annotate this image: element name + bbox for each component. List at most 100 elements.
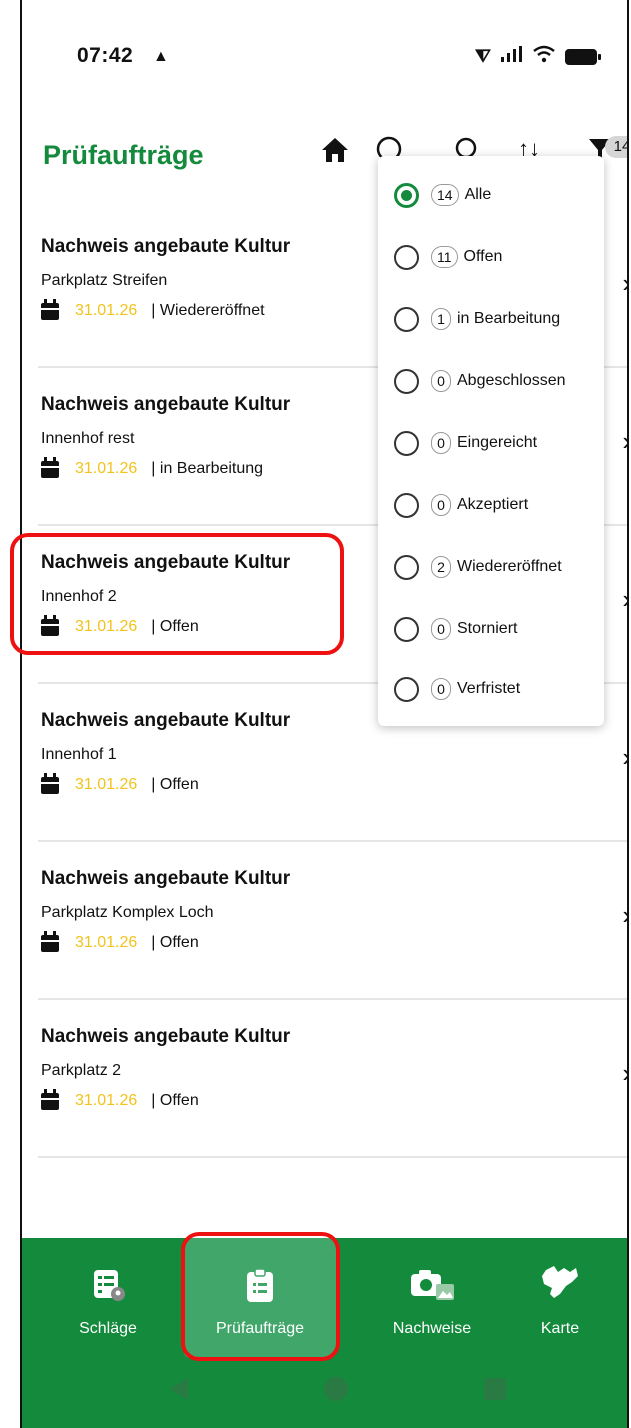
- item-subtitle: Innenhof rest: [41, 430, 135, 447]
- option-label: Akzeptiert: [457, 496, 529, 513]
- radio-button[interactable]: [394, 554, 419, 580]
- radio-button[interactable]: [394, 616, 419, 642]
- nav-item-karte[interactable]: Karte: [500, 1238, 620, 1358]
- item-status: | Wiedereröffnet: [151, 302, 265, 319]
- filter-option-alle[interactable]: 14 Alle: [394, 180, 491, 210]
- option-count: 0: [431, 432, 451, 454]
- status-time: 07:42: [77, 44, 134, 67]
- filter-option-offen[interactable]: 11 Offen: [394, 242, 502, 272]
- item-subtitle: Parkplatz Streifen: [41, 272, 168, 289]
- option-label: Storniert: [457, 620, 518, 637]
- radio-selected[interactable]: [394, 182, 419, 208]
- home-circle-icon[interactable]: [324, 1377, 348, 1401]
- radio-button[interactable]: [394, 430, 419, 456]
- option-count: 0: [431, 370, 451, 392]
- radio-button[interactable]: [394, 306, 419, 332]
- camera-gallery-icon: [410, 1268, 454, 1304]
- wifi-icon: [533, 45, 555, 68]
- calendar-icon: [41, 930, 59, 952]
- nav-label: Nachweise: [392, 1320, 472, 1337]
- filter-count-badge: 14: [605, 136, 627, 158]
- notification-icon: ▲: [153, 48, 169, 65]
- status-icons: ⧨: [474, 45, 601, 68]
- page-title: Prüfaufträge: [43, 140, 204, 170]
- filter-option-verfristet[interactable]: 0 Verfristet: [394, 674, 520, 704]
- item-subtitle: Parkplatz Komplex Loch: [41, 904, 214, 921]
- list-item[interactable]: Nachweis angebaute Kultur Parkplatz Komp…: [38, 842, 627, 1000]
- item-date-row: 31.01.26 | Wiedereröffnet: [41, 298, 265, 320]
- option-label: Eingereicht: [457, 434, 538, 451]
- option-count: 1: [431, 308, 451, 330]
- filter-option-eingereicht[interactable]: 0 Eingereicht: [394, 428, 537, 458]
- mute-icon: ⧨: [474, 46, 491, 66]
- option-count: 11: [431, 246, 458, 268]
- chevron-right-icon[interactable]: ›: [622, 742, 627, 773]
- home-icon[interactable]: [320, 136, 350, 171]
- item-date-row: 31.01.26 | Offen: [41, 1088, 199, 1110]
- option-label: in Bearbeitung: [457, 310, 561, 327]
- item-status: | Offen: [151, 1092, 199, 1109]
- item-status: | in Bearbeitung: [151, 460, 264, 477]
- item-date-row: 31.01.26 | Offen: [41, 772, 199, 794]
- item-title: Nachweis angebaute Kultur: [41, 868, 291, 889]
- option-count: 0: [431, 494, 451, 516]
- nav-item-nachweise[interactable]: Nachweise: [356, 1238, 508, 1358]
- status-filter-menu: 14 Alle 11 Offen 1 in Bearbeitung 0 Abge…: [378, 156, 604, 726]
- signal-icon: [501, 46, 523, 67]
- filter-option-wiedereroeffnet[interactable]: 2 Wiedereröffnet: [394, 552, 562, 582]
- recent-apps-icon[interactable]: [484, 1378, 506, 1400]
- list-item[interactable]: Nachweis angebaute Kultur Parkplatz 2 31…: [38, 1000, 627, 1158]
- option-count: 2: [431, 556, 451, 578]
- battery-icon: [565, 48, 601, 65]
- item-title: Nachweis angebaute Kultur: [41, 236, 291, 257]
- option-label: Wiedereröffnet: [457, 558, 562, 575]
- option-count: 0: [431, 618, 451, 640]
- item-date: 31.01.26: [75, 1092, 138, 1109]
- filter-option-akzeptiert[interactable]: 0 Akzeptiert: [394, 490, 528, 520]
- option-count: 14: [431, 184, 459, 206]
- item-date: 31.01.26: [75, 776, 138, 793]
- back-icon[interactable]: [170, 1378, 188, 1400]
- list-location-icon: [92, 1268, 125, 1304]
- item-subtitle: Parkplatz 2: [41, 1062, 122, 1079]
- calendar-icon: [41, 1088, 59, 1110]
- radio-button[interactable]: [394, 492, 419, 518]
- nav-item-schlaege[interactable]: Schläge: [32, 1238, 184, 1358]
- item-date: 31.01.26: [75, 934, 138, 951]
- item-subtitle: Innenhof 1: [41, 746, 117, 763]
- item-date: 31.01.26: [75, 460, 138, 477]
- saxony-map-icon: [540, 1264, 580, 1300]
- calendar-icon: [41, 456, 59, 478]
- chevron-right-icon[interactable]: ›: [622, 900, 627, 931]
- chevron-right-icon[interactable]: ›: [622, 584, 627, 615]
- item-status: | Offen: [151, 934, 199, 951]
- chevron-right-icon[interactable]: ›: [622, 1058, 627, 1089]
- chevron-right-icon[interactable]: ›: [622, 426, 627, 457]
- filter-option-in-bearbeitung[interactable]: 1 in Bearbeitung: [394, 304, 560, 334]
- app-screen: 07:42 ▲ ⧨ Prüfaufträge ↑↓ 14 Nachweis an…: [20, 0, 629, 1428]
- filter-option-abgeschlossen[interactable]: 0 Abgeschlossen: [394, 366, 566, 396]
- option-label: Verfristet: [457, 680, 521, 697]
- calendar-icon: [41, 772, 59, 794]
- item-date: 31.01.26: [75, 302, 138, 319]
- radio-button[interactable]: [394, 676, 419, 702]
- option-label: Abgeschlossen: [457, 372, 566, 389]
- nav-label: Schläge: [79, 1320, 137, 1337]
- item-title: Nachweis angebaute Kultur: [41, 1026, 291, 1047]
- item-date-row: 31.01.26 | Offen: [41, 930, 199, 952]
- item-title: Nachweis angebaute Kultur: [41, 394, 291, 415]
- filter-option-storniert[interactable]: 0 Storniert: [394, 614, 517, 644]
- item-status: | Offen: [151, 776, 199, 793]
- item-date-row: 31.01.26 | in Bearbeitung: [41, 456, 264, 478]
- chevron-right-icon[interactable]: ›: [622, 268, 627, 299]
- option-label: Offen: [463, 248, 503, 265]
- item-title: Nachweis angebaute Kultur: [41, 710, 291, 731]
- radio-button[interactable]: [394, 244, 419, 270]
- radio-button[interactable]: [394, 368, 419, 394]
- nav-label: Karte: [540, 1320, 580, 1337]
- highlight-box-nav-item: [181, 1232, 340, 1361]
- calendar-icon: [41, 298, 59, 320]
- option-count: 0: [431, 678, 451, 700]
- highlight-box-list-item: [10, 533, 344, 655]
- option-label: Alle: [464, 186, 492, 203]
